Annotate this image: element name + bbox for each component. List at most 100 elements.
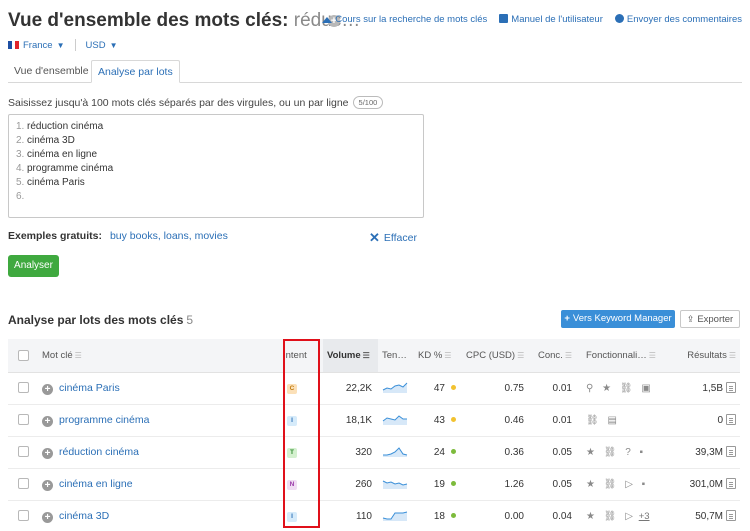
- results-cell: 0: [666, 404, 740, 437]
- tab-bulk-analysis[interactable]: Analyse par lots: [91, 60, 180, 83]
- currency-dropdown[interactable]: USD: [86, 40, 106, 51]
- serp-feature-icons[interactable]: ★ ⛓ ▷: [586, 511, 636, 522]
- col-results[interactable]: Résultats ☰: [666, 339, 740, 373]
- competition-cell: 0.01: [534, 404, 582, 437]
- plus-icon: +: [564, 313, 570, 324]
- col-kd[interactable]: KD % ☰: [414, 339, 462, 373]
- manual-link[interactable]: Manuel de l'utilisateur: [499, 14, 603, 25]
- col-serp-features[interactable]: Fonctionnali… ☰: [582, 339, 666, 373]
- serp-features-cell: ⛓ ▤: [582, 404, 666, 437]
- keyword-link[interactable]: cinéma 3D: [59, 510, 109, 522]
- trend-cell: [378, 404, 414, 437]
- title-prefix: Vue d'ensemble des mots clés:: [8, 10, 289, 31]
- kd-dot: [451, 448, 456, 454]
- serp-snapshot-icon[interactable]: [726, 414, 736, 425]
- keyword-manager-button[interactable]: + Vers Keyword Manager: [561, 310, 675, 328]
- keywords-textarea[interactable]: 1. réduction cinéma 2. cinéma 3D 3. cinéma en…: [8, 114, 424, 218]
- input-instruction: Saisissez jusqu'à 100 mots clés séparés …: [8, 96, 384, 109]
- add-icon[interactable]: +: [42, 479, 53, 491]
- sort-icon: ☰: [517, 350, 525, 360]
- trend-cell: [378, 372, 414, 405]
- examples-link[interactable]: buy books, loans, movies: [110, 230, 228, 242]
- serp-features-cell: ★ ⛓ ? ▪: [582, 436, 666, 469]
- more-features-link[interactable]: +3: [639, 511, 650, 522]
- intent-badge: T: [287, 448, 297, 458]
- kd-cell: 43: [414, 404, 462, 437]
- serp-snapshot-icon[interactable]: [726, 446, 736, 457]
- country-dropdown[interactable]: France: [23, 40, 53, 51]
- kd-cell: 47: [414, 372, 462, 405]
- col-cpc[interactable]: CPC (USD) ☰: [462, 339, 534, 373]
- serp-feature-icons[interactable]: ⚲ ★ ⛓ ▣: [586, 383, 654, 394]
- trend-sparkline: [382, 511, 408, 521]
- row-checkbox[interactable]: [8, 436, 38, 469]
- col-intent[interactable]: Intent: [279, 339, 323, 373]
- page-title: Vue d'ensemble des mots clés: réduc…: [8, 10, 360, 32]
- results-cell: 50,7M: [666, 500, 740, 531]
- book-icon: [499, 14, 509, 23]
- row-checkbox[interactable]: [8, 404, 38, 437]
- select-all-checkbox[interactable]: [8, 339, 38, 373]
- add-icon[interactable]: +: [42, 447, 53, 459]
- serp-feature-icons[interactable]: ⛓ ▤: [586, 415, 620, 426]
- kd-dot: [451, 416, 456, 422]
- serp-features-cell: ★ ⛓ ▷ +3: [582, 500, 666, 531]
- close-icon: ✕: [369, 230, 380, 245]
- results-cell: 39,3M: [666, 436, 740, 469]
- sort-icon: ☰: [648, 350, 656, 360]
- competition-cell: 0.04: [534, 500, 582, 531]
- chevron-down-icon[interactable]: ▼: [57, 41, 65, 50]
- serp-snapshot-icon[interactable]: [726, 478, 736, 489]
- course-link[interactable]: Cours sur la recherche de mots clés: [322, 14, 487, 25]
- table-row: + cinéma en ligne N 260 19 1.26 0.05 ★ ⛓ ▷ ▪ 30…: [8, 468, 740, 501]
- intent-badge: N: [287, 480, 297, 490]
- kd-cell: 24: [414, 436, 462, 469]
- col-trend[interactable]: Ten…: [378, 339, 414, 373]
- serp-feature-icons[interactable]: ★ ⛓ ▷ ▪: [586, 479, 648, 490]
- kd-dot: [451, 384, 456, 390]
- cpc-cell: 0.46: [462, 404, 534, 437]
- col-keyword[interactable]: Mot clé ☰: [38, 339, 279, 373]
- results-count: 5: [186, 313, 194, 327]
- sort-icon: ☰: [728, 350, 736, 360]
- col-competition[interactable]: Conc. ☰: [534, 339, 582, 373]
- table-row: + programme cinéma I 18,1K 43 0.46 0.01 ⛓ ▤ 0: [8, 404, 740, 437]
- trend-cell: [378, 468, 414, 501]
- export-button[interactable]: ⇪ Exporter: [680, 310, 740, 328]
- serp-feature-icons[interactable]: ★ ⛓ ? ▪: [586, 447, 646, 458]
- keyword-cell: + réduction cinéma: [38, 436, 279, 469]
- add-icon[interactable]: +: [42, 415, 53, 427]
- keyword-line: 5. cinéma Paris: [16, 177, 85, 188]
- intent-cell: I: [279, 500, 323, 531]
- intent-cell: N: [279, 468, 323, 501]
- clear-button[interactable]: ✕ Effacer: [369, 230, 417, 246]
- keyword-link[interactable]: cinéma en ligne: [59, 478, 133, 490]
- serp-snapshot-icon[interactable]: [726, 510, 736, 521]
- intent-cell: C: [279, 372, 323, 405]
- intent-cell: I: [279, 404, 323, 437]
- serp-snapshot-icon[interactable]: [726, 382, 736, 393]
- tab-bar: Vue d'ensemble Analyse par lots: [8, 60, 742, 83]
- chevron-down-icon[interactable]: ▼: [110, 41, 118, 50]
- add-icon[interactable]: +: [42, 511, 53, 523]
- col-volume[interactable]: Volume ☰: [323, 339, 378, 373]
- table-header: Mot clé ☰ Intent Volume ☰ Ten… KD % ☰ CPC (…: [8, 339, 740, 373]
- row-checkbox[interactable]: [8, 468, 38, 501]
- add-icon[interactable]: +: [42, 383, 53, 395]
- keyword-link[interactable]: réduction cinéma: [59, 446, 139, 458]
- trend-sparkline: [382, 414, 407, 425]
- kd-cell: 18: [414, 500, 462, 531]
- volume-cell: 110: [323, 500, 378, 531]
- cpc-cell: 0.36: [462, 436, 534, 469]
- keyword-line: 2. cinéma 3D: [16, 135, 75, 146]
- table-row: + cinéma 3D I 110 18 0.00 0.04 ★ ⛓ ▷ +3 50,7M: [8, 500, 740, 531]
- keyword-link[interactable]: cinéma Paris: [59, 382, 120, 394]
- tab-overview[interactable]: Vue d'ensemble: [8, 60, 95, 83]
- volume-cell: 320: [323, 436, 378, 469]
- analyze-button[interactable]: Analyser: [8, 255, 59, 277]
- keyword-link[interactable]: programme cinéma: [59, 414, 149, 426]
- trend-sparkline: [382, 480, 408, 489]
- row-checkbox[interactable]: [8, 500, 38, 531]
- row-checkbox[interactable]: [8, 372, 38, 405]
- feedback-link[interactable]: Envoyer des commentaires: [614, 14, 742, 25]
